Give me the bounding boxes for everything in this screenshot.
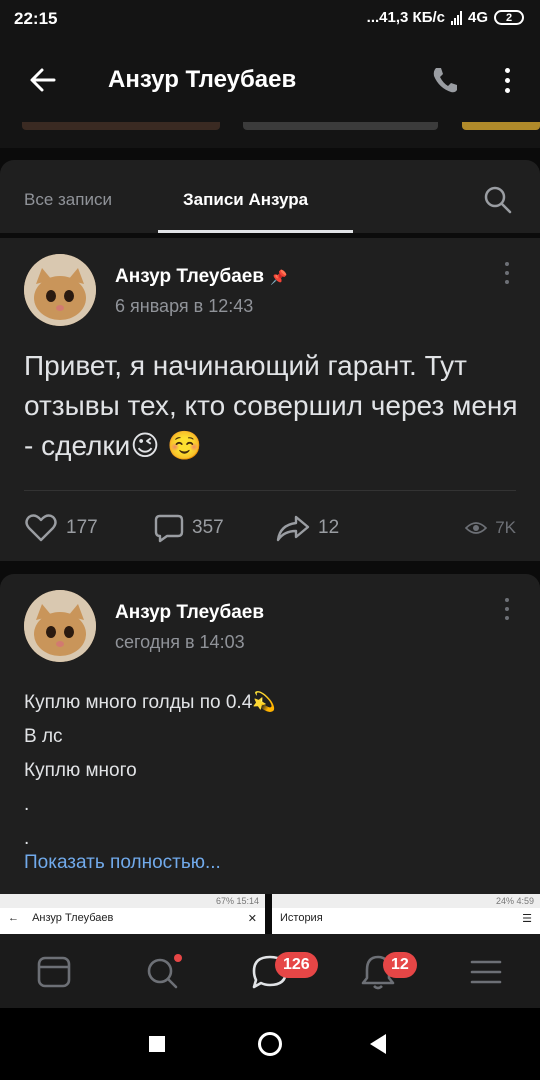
post-text-line: . (24, 828, 30, 849)
mini-header: ← Анзур Тлеубаев ✕ (0, 908, 265, 928)
nav-search-button[interactable] (140, 950, 184, 994)
avatar[interactable] (24, 254, 96, 326)
post-text-line: Куплю много голды по 0.4💫 (24, 692, 276, 713)
views-counter: 7K (465, 514, 516, 542)
post-author-name[interactable]: Анзур Тлеубаев (115, 602, 264, 624)
wall-tabs: Все записи Записи Анзура (0, 160, 540, 233)
network-speed: ...41,3 КБ/с (366, 9, 445, 26)
back-button[interactable] (22, 58, 66, 102)
eye-icon (465, 522, 488, 534)
mini-back-icon: ← (8, 912, 19, 924)
signal-icon (450, 10, 462, 25)
search-button[interactable] (482, 184, 514, 216)
phone-icon (433, 68, 457, 93)
status-time: 22:15 (14, 9, 58, 28)
share-count: 12 (318, 517, 340, 538)
tab-owner-posts[interactable]: Записи Анзура (183, 190, 308, 210)
photo-thumbnail[interactable] (243, 122, 438, 130)
tab-all-posts[interactable]: Все записи (24, 190, 112, 210)
photo-strip[interactable] (0, 122, 540, 148)
status-bar: 22:15 ...41,3 КБ/с 4G 2 (0, 0, 540, 38)
wall-post[interactable]: Анзур Тлеубаев сегодня в 14:03 Куплю мно… (0, 574, 540, 894)
mini-status-bar: 67% 15:14 (0, 894, 265, 908)
post-text: Куплю много голды по 0.4💫 В лс Куплю мно… (24, 686, 276, 856)
comment-icon (154, 514, 184, 543)
more-options-button[interactable] (495, 60, 519, 108)
avatar[interactable] (24, 590, 96, 662)
network-type: 4G (467, 9, 488, 26)
battery-level: 2 (505, 11, 513, 24)
comment-count: 357 (192, 517, 224, 538)
post-menu-button[interactable] (497, 598, 517, 626)
like-count: 177 (66, 517, 98, 538)
like-button[interactable]: 177 (24, 514, 98, 542)
comment-button[interactable]: 357 (154, 514, 224, 543)
post-text-line: . (24, 794, 30, 815)
divider (24, 490, 516, 491)
mini-header: История ☰ (272, 908, 540, 928)
recent-apps-button[interactable] (149, 1036, 165, 1052)
app-bar: Анзур Тлеубаев (0, 38, 540, 122)
mini-close-icon: ✕ (247, 913, 257, 925)
call-button[interactable] (425, 60, 465, 100)
arrow-left-icon (30, 68, 56, 92)
attachment-image[interactable]: 24% 4:59 История ☰ (272, 894, 540, 934)
status-indicators: ...41,3 КБ/с 4G 2 (367, 9, 524, 26)
newsfeed-icon (37, 956, 71, 988)
cat-avatar-image (24, 590, 96, 662)
share-button[interactable]: 12 (276, 514, 339, 542)
attachment-image[interactable]: 67% 15:14 ← Анзур Тлеубаев ✕ (0, 894, 265, 934)
wall-post[interactable]: Анзур Тлеубаев 📌 6 января в 12:43 Привет,… (0, 238, 540, 561)
tab-active-indicator (158, 230, 353, 233)
heart-icon (25, 514, 57, 542)
notifications-badge: 12 (383, 952, 417, 978)
share-icon (276, 515, 310, 542)
system-navigation-bar (0, 1008, 540, 1080)
bottom-navigation: 126 12 (0, 934, 540, 1008)
mini-title-text: Анзур Тлеубаев (32, 912, 114, 924)
mini-status-bar: 24% 4:59 (272, 894, 540, 908)
photo-thumbnail[interactable] (22, 122, 220, 130)
post-author-name[interactable]: Анзур Тлеубаев (115, 266, 264, 287)
mini-title-text: История (280, 912, 323, 924)
mini-status-text: 67% 15:14 (215, 896, 259, 906)
search-icon (147, 954, 182, 989)
post-text: Привет, я начинающий гарант. Тут отзывы … (24, 350, 518, 461)
post-text-line: В лс (24, 726, 63, 747)
show-more-link[interactable]: Показать полностью... (24, 852, 221, 874)
pin-icon: 📌 (270, 269, 288, 285)
post-menu-button[interactable] (497, 262, 517, 290)
messages-badge: 126 (275, 952, 318, 978)
views-count: 7K (495, 518, 516, 537)
menu-icon (470, 960, 502, 984)
nav-feed-button[interactable] (32, 950, 76, 994)
post-text-line: Куплю много (24, 760, 137, 781)
photo-thumbnail[interactable] (462, 122, 540, 130)
page-title: Анзур Тлеубаев (108, 66, 297, 93)
post-date: сегодня в 14:03 (115, 632, 245, 652)
cat-avatar-image (24, 254, 96, 326)
post-author[interactable]: Анзур Тлеубаев 📌 (115, 266, 287, 288)
nav-menu-button[interactable] (464, 950, 508, 994)
battery-icon: 2 (494, 10, 524, 25)
search-icon (484, 186, 512, 214)
home-button[interactable] (258, 1032, 282, 1056)
post-date: 6 января в 12:43 (115, 296, 254, 316)
mini-filter-icon: ☰ (522, 913, 532, 925)
mini-status-text: 24% 4:59 (495, 896, 534, 906)
system-back-button[interactable] (370, 1034, 386, 1054)
